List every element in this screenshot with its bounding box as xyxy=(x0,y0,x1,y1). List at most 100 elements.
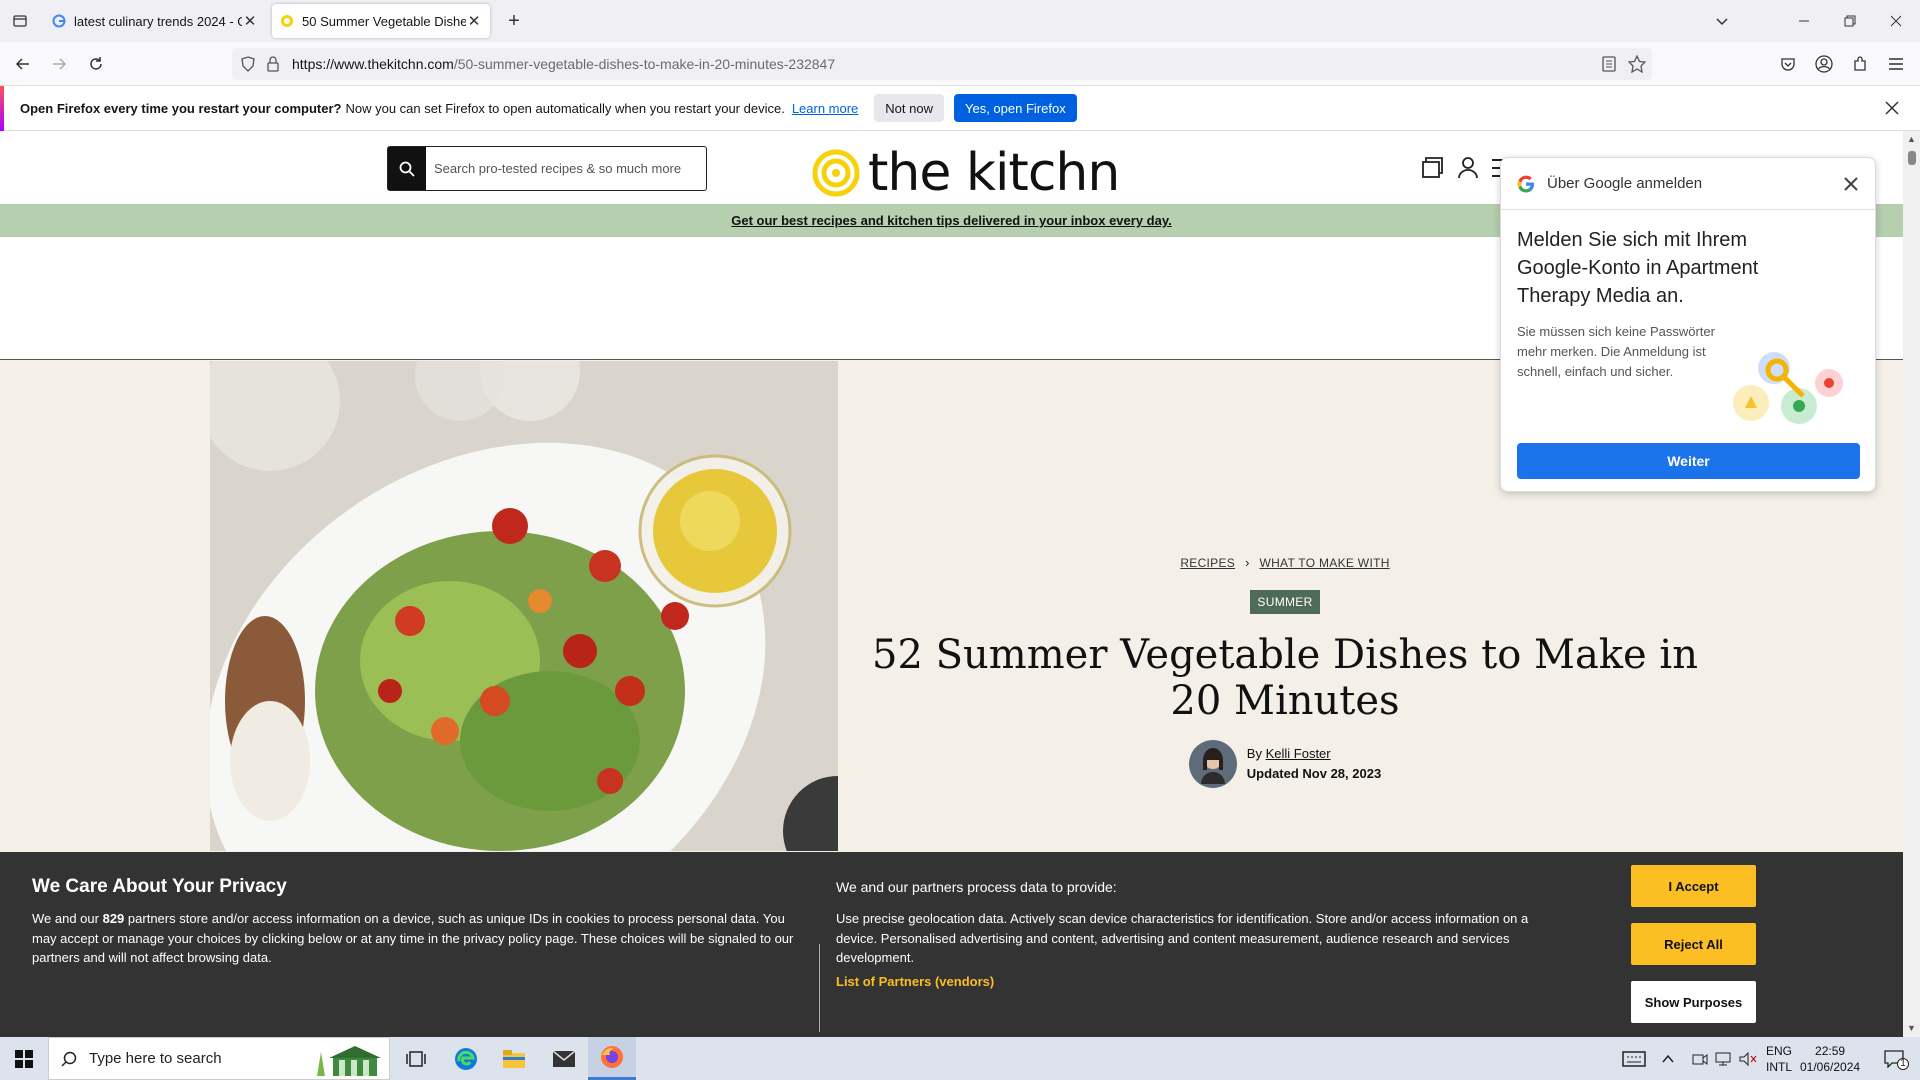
firefox-notification-bar: Open Firefox every time you restart your… xyxy=(0,86,1920,131)
breadcrumb: RECIPES › WHAT TO MAKE WITH xyxy=(870,555,1700,570)
file-explorer-icon[interactable] xyxy=(490,1037,538,1080)
search-icon[interactable] xyxy=(388,147,426,190)
new-tab-icon[interactable]: + xyxy=(500,7,528,35)
minimize-icon[interactable] xyxy=(1790,7,1818,35)
reload-icon[interactable] xyxy=(82,50,110,78)
article-meta: RECIPES › WHAT TO MAKE WITH SUMMER 52 Su… xyxy=(870,555,1700,788)
kitchn-favicon-icon xyxy=(280,14,294,28)
volume-muted-icon[interactable] xyxy=(1736,1037,1760,1080)
tab-label: 50 Summer Vegetable Dishes to xyxy=(302,13,466,29)
hero-image-salad xyxy=(210,361,838,851)
url-bar[interactable]: https://www.thekitchn.com/50-summer-vege… xyxy=(232,48,1652,80)
bookmark-star-icon[interactable] xyxy=(1628,55,1646,73)
popup-headline: Melden Sie sich mit Ihrem Google-Konto i… xyxy=(1517,229,1759,307)
kitchn-logo[interactable]: the kitchn xyxy=(812,143,1120,203)
author-block: By Kelli Foster Updated Nov 28, 2023 xyxy=(870,740,1700,788)
updated-date: Updated Nov 28, 2023 xyxy=(1246,766,1382,781)
url-text: https://www.thekitchn.com/50-summer-vege… xyxy=(292,56,836,72)
keyboard-icon[interactable] xyxy=(1610,1037,1658,1080)
author-link[interactable]: Kelli Foster xyxy=(1266,746,1331,761)
vendors-link[interactable]: List of Partners (vendors) xyxy=(836,974,994,989)
mail-icon[interactable] xyxy=(540,1037,588,1080)
meet-now-icon[interactable] xyxy=(1688,1037,1712,1080)
taskbar-search-placeholder: Type here to search xyxy=(89,1050,222,1067)
kitchn-spiral-icon xyxy=(812,149,860,197)
google-signin-popup: Über Google anmelden Melden Sie sich mit… xyxy=(1500,157,1876,492)
clock-date: 01/06/2024 xyxy=(1800,1060,1861,1074)
restore-icon[interactable] xyxy=(1836,7,1864,35)
scroll-down-icon[interactable]: ▼ xyxy=(1907,1023,1916,1033)
taskbar-clock[interactable]: 22:59 01/06/2024 xyxy=(1800,1043,1860,1075)
close-popup-icon[interactable] xyxy=(1843,176,1859,192)
not-now-button[interactable]: Not now xyxy=(874,94,944,122)
tab-kitchn[interactable]: 50 Summer Vegetable Dishes to ✕ xyxy=(272,4,490,38)
google-g-icon xyxy=(52,14,66,28)
page-scrollbar[interactable]: ▲ ▼ xyxy=(1903,131,1920,1037)
privacy-text: We and our 829 partners store and/or acc… xyxy=(32,911,794,965)
close-tab-icon[interactable]: ✕ xyxy=(466,12,482,30)
by-label: By xyxy=(1246,746,1262,761)
user-icon[interactable] xyxy=(1457,156,1479,180)
passkey-illustration-icon xyxy=(1729,348,1854,428)
reader-view-icon[interactable] xyxy=(1602,56,1616,72)
back-icon[interactable] xyxy=(9,50,37,78)
lock-icon[interactable] xyxy=(266,56,280,72)
tab-google-search[interactable]: latest culinary trends 2024 - Go ✕ xyxy=(44,4,266,38)
language-indicator[interactable]: ENG INTL xyxy=(1766,1043,1792,1075)
search-icon xyxy=(61,1051,77,1067)
close-tab-icon[interactable]: ✕ xyxy=(242,12,258,30)
tab-bar: latest culinary trends 2024 - Go ✕ 50 Su… xyxy=(0,0,1920,42)
clock-time: 22:59 xyxy=(1815,1044,1846,1058)
google-g-icon xyxy=(1517,175,1535,193)
partners-count: 829 xyxy=(102,911,125,926)
site-search-input[interactable]: Search pro-tested recipes & so much more xyxy=(387,146,707,191)
extensions-icon[interactable] xyxy=(1846,50,1874,78)
privacy-divider xyxy=(819,944,820,1032)
navigation-bar: https://www.thekitchn.com/50-summer-vege… xyxy=(0,42,1920,86)
windows-start-icon[interactable] xyxy=(0,1037,48,1080)
scrollbar-thumb[interactable] xyxy=(1908,151,1916,165)
taskbar-search-input[interactable]: Type here to search xyxy=(48,1037,390,1080)
article-title: 52 Summer Vegetable Dishes to Make in 20… xyxy=(872,632,1698,724)
recipe-box-icon[interactable] xyxy=(1420,156,1444,180)
chevron-down-icon[interactable] xyxy=(1708,7,1736,35)
close-window-icon[interactable] xyxy=(1882,7,1910,35)
pocket-icon[interactable] xyxy=(1774,50,1802,78)
notification-accent xyxy=(0,86,4,131)
chevron-right-icon: › xyxy=(1245,555,1250,570)
breadcrumb-recipes[interactable]: RECIPES xyxy=(1180,556,1235,570)
network-icon[interactable] xyxy=(1712,1037,1736,1080)
windows-taskbar: Type here to search ENG INTL 22:59 01/06/… xyxy=(0,1037,1920,1080)
account-icon[interactable] xyxy=(1810,50,1838,78)
logo-text: the kitchn xyxy=(868,143,1120,203)
author-avatar[interactable] xyxy=(1188,740,1237,788)
breadcrumb-what-to-make[interactable]: WHAT TO MAKE WITH xyxy=(1259,556,1389,570)
edge-icon[interactable] xyxy=(442,1037,490,1080)
firefox-taskbar-icon[interactable] xyxy=(588,1037,636,1080)
category-badge[interactable]: SUMMER xyxy=(1250,590,1320,614)
search-placeholder: Search pro-tested recipes & so much more xyxy=(434,161,682,176)
learn-more-link[interactable]: Learn more xyxy=(792,101,858,116)
reject-all-button[interactable]: Reject All xyxy=(1631,923,1756,965)
search-highlight-icon[interactable] xyxy=(313,1042,389,1078)
accept-button[interactable]: I Accept xyxy=(1631,865,1756,907)
scroll-up-icon[interactable]: ▲ xyxy=(1907,134,1916,144)
show-purposes-button[interactable]: Show Purposes xyxy=(1631,981,1756,1023)
privacy-heading-2: We and our partners process data to prov… xyxy=(836,879,1117,895)
weiter-button[interactable]: Weiter xyxy=(1517,443,1860,479)
task-view-icon[interactable] xyxy=(392,1037,440,1080)
privacy-purposes-text: Use precise geolocation data. Actively s… xyxy=(836,911,1529,965)
close-notification-icon[interactable] xyxy=(1884,100,1900,116)
notification-title: Open Firefox every time you restart your… xyxy=(20,100,342,116)
forward-icon[interactable] xyxy=(45,50,73,78)
chevron-up-icon[interactable] xyxy=(1654,1037,1682,1080)
notification-count: 1 xyxy=(1897,1058,1909,1070)
newsletter-link[interactable]: Get our best recipes and kitchen tips de… xyxy=(731,213,1171,228)
tab-label: latest culinary trends 2024 - Go xyxy=(74,13,242,29)
tab-list-icon[interactable] xyxy=(6,7,34,35)
hamburger-menu-icon[interactable] xyxy=(1882,50,1910,78)
notification-center-icon[interactable]: 1 xyxy=(1870,1037,1918,1080)
open-firefox-button[interactable]: Yes, open Firefox xyxy=(954,94,1077,122)
shield-icon[interactable] xyxy=(240,56,256,72)
notification-text: Now you can set Firefox to open automati… xyxy=(345,100,785,116)
